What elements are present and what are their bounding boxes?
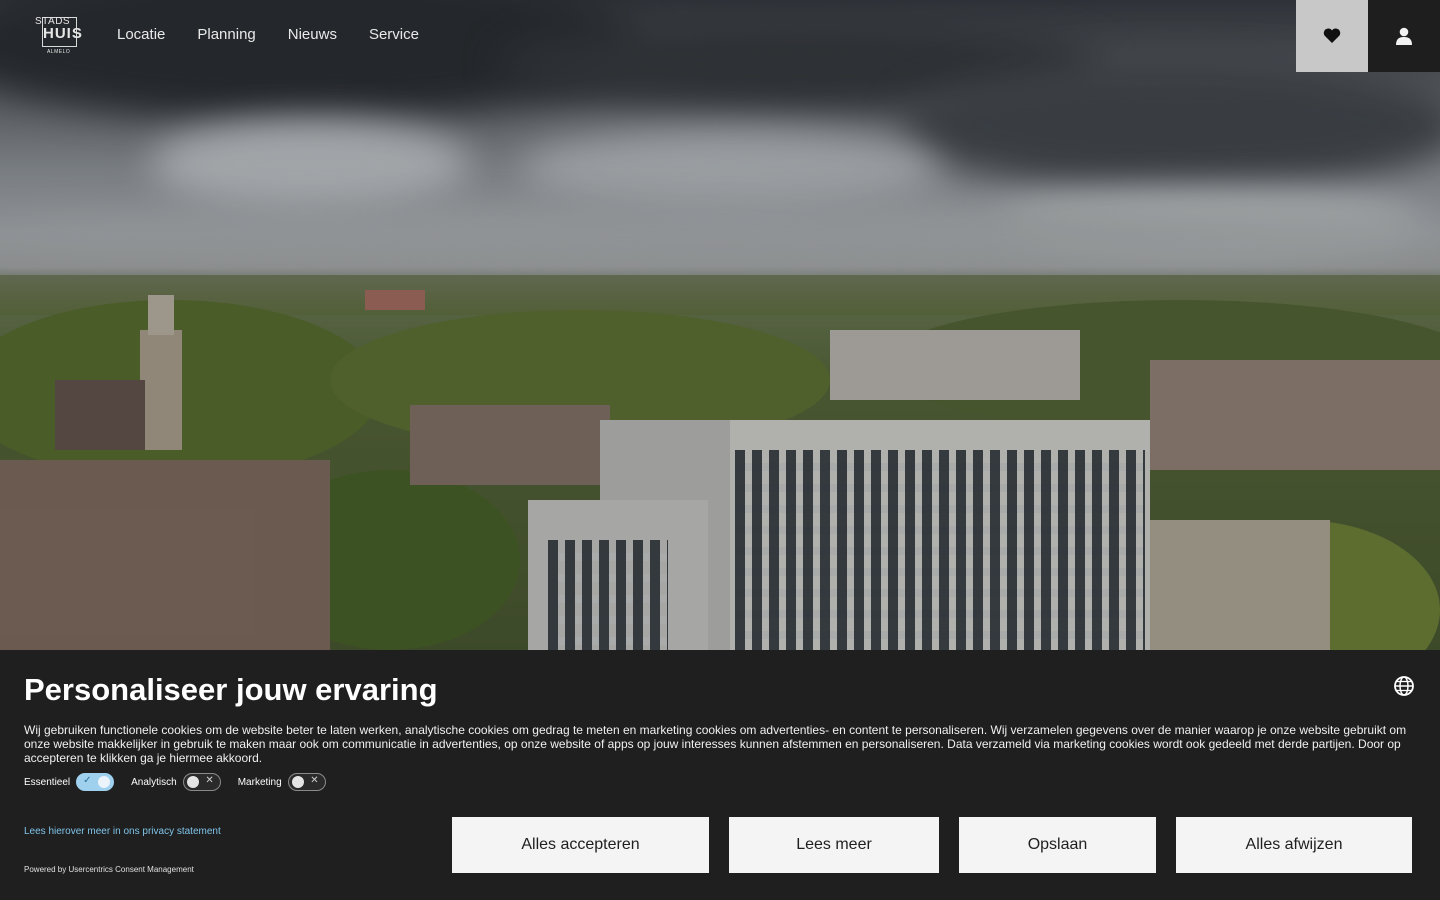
nav-item-service[interactable]: Service [369,26,419,43]
consent-description: Wij gebruiken functionele cookies om de … [24,723,1407,765]
nav-item-planning[interactable]: Planning [197,26,255,43]
switch-knob [186,776,199,788]
close-icon: ✕ [205,775,214,786]
close-icon: ✕ [310,775,319,786]
save-button[interactable]: Opslaan [959,817,1156,873]
consent-title: Personaliseer jouw ervaring [24,672,438,707]
check-icon: ✓ [83,775,92,786]
favorites-button[interactable] [1296,0,1368,72]
essentieel-switch[interactable]: ✓ [76,773,115,791]
analytisch-switch[interactable]: ✕ [182,773,221,791]
globe-icon[interactable] [1393,675,1415,697]
switch-knob [98,776,111,788]
site-header: STADS HUIS ALMELO Locatie Planning Nieuw… [0,0,1440,72]
account-button[interactable] [1368,0,1440,72]
nav-item-locatie[interactable]: Locatie [117,26,165,43]
toggle-label-analytisch: Analytisch [131,776,177,788]
toggle-essentieel: Essentieel ✓ [24,773,115,791]
user-icon [1396,27,1412,45]
accept-all-button[interactable]: Alles accepteren [452,817,709,873]
switch-knob [291,776,304,788]
toggle-label-essentieel: Essentieel [24,776,71,788]
privacy-statement-link[interactable]: Lees hierover meer in ons privacy statem… [24,826,221,837]
toggle-marketing: Marketing ✕ [238,773,326,791]
consent-toggles: Essentieel ✓ Analytisch ✕ Marketing ✕ [24,773,343,791]
site-logo[interactable]: STADS HUIS ALMELO [35,16,82,56]
cookie-consent-banner: Personaliseer jouw ervaring Wij gebruike… [0,650,1440,900]
logo-text-bottom: ALMELO [47,49,71,55]
hero-image [0,0,1440,650]
main-nav: Locatie Planning Nieuws Service [117,26,419,43]
nav-item-nieuws[interactable]: Nieuws [288,26,337,43]
powered-by-text: Powered by Usercentrics Consent Manageme… [24,865,194,874]
toggle-analytisch: Analytisch ✕ [131,773,221,791]
logo-text-main: HUIS [43,25,83,42]
marketing-switch[interactable]: ✕ [287,773,326,791]
heart-icon [1323,28,1341,43]
reject-all-button[interactable]: Alles afwijzen [1176,817,1412,873]
read-more-button[interactable]: Lees meer [729,817,939,873]
toggle-label-marketing: Marketing [237,776,282,788]
